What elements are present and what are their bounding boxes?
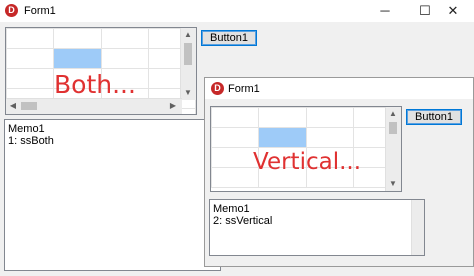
close-icon[interactable]: ✕ <box>432 0 474 22</box>
memo-line: 1: ssBoth <box>8 135 54 147</box>
string-grid-both[interactable]: Both... ▲ ▼ ◀ ▶ <box>5 27 197 115</box>
grid-cells <box>211 107 401 188</box>
memo-line: Memo1 <box>8 123 45 135</box>
scroll-thumb[interactable] <box>21 102 37 110</box>
grid-overlay-text: Both... <box>54 70 136 99</box>
memo-ssboth[interactable]: Memo1 1: ssBoth ▼ <box>4 119 221 271</box>
grid-overlay-text: Vertical... <box>253 149 362 175</box>
selected-cell[interactable] <box>53 48 102 69</box>
form1-titlebar-2[interactable]: D Form1 <box>205 78 473 99</box>
scroll-thumb[interactable] <box>184 43 192 65</box>
button1[interactable]: Button1 <box>201 30 257 46</box>
form1-titlebar[interactable]: D Form1 ─ ☐ ✕ <box>0 0 474 22</box>
scroll-down-icon[interactable]: ▼ <box>181 86 195 100</box>
scroll-down-icon[interactable]: ▼ <box>386 177 400 191</box>
selected-cell[interactable] <box>258 127 307 148</box>
vertical-scrollbar[interactable]: ▲ ▼ <box>180 28 196 100</box>
scroll-up-icon[interactable]: ▲ <box>181 28 195 42</box>
scroll-up-icon[interactable]: ▲ <box>386 107 400 121</box>
button1[interactable]: Button1 <box>406 109 462 125</box>
scroll-left-icon[interactable]: ◀ <box>6 99 20 113</box>
minimize-icon[interactable]: ─ <box>364 0 406 22</box>
form1-window-2: D Form1 Vertical... ▲ ▼ Button1 Memo1 2:… <box>204 77 474 267</box>
memo-line: Memo1 <box>213 203 250 215</box>
window-title: Form1 <box>228 83 260 95</box>
horizontal-scrollbar[interactable]: ◀ ▶ <box>6 98 182 114</box>
scroll-right-icon[interactable]: ▶ <box>166 99 180 113</box>
memo-ssvertical[interactable]: Memo1 2: ssVertical <box>209 199 425 256</box>
scroll-thumb[interactable] <box>389 122 397 134</box>
string-grid-vertical[interactable]: Vertical... ▲ ▼ <box>210 106 402 192</box>
vertical-scrollbar[interactable] <box>411 200 424 255</box>
window-title: Form1 <box>24 5 56 17</box>
delphi-app-icon: D <box>5 4 18 17</box>
delphi-app-icon: D <box>211 82 224 95</box>
memo-line: 2: ssVertical <box>213 215 273 227</box>
vertical-scrollbar[interactable]: ▲ ▼ <box>385 107 401 191</box>
